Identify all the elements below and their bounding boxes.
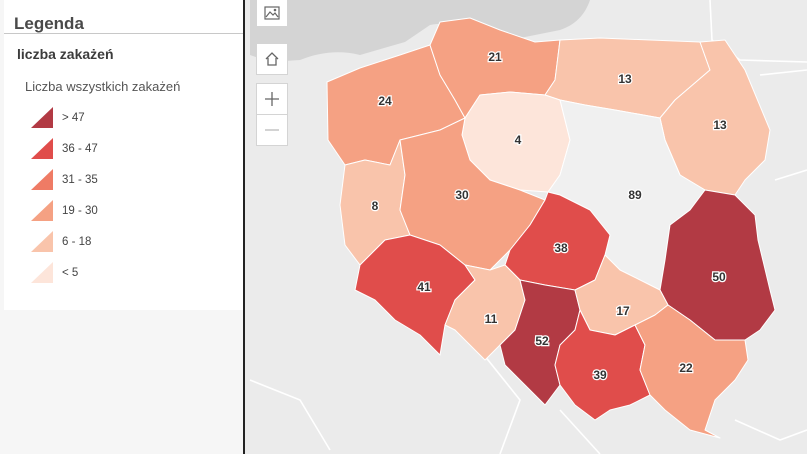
- region-value-label: 11: [485, 312, 498, 326]
- legend-class-row: 31 - 35: [31, 169, 98, 191]
- legend-class-label: < 5: [62, 267, 79, 279]
- region-value-label: 41: [417, 280, 431, 294]
- region-value-label: 24: [378, 94, 392, 108]
- legend-separator: [4, 33, 243, 34]
- legend-class-row: 36 - 47: [31, 138, 98, 160]
- zoom-out-icon: [264, 122, 280, 138]
- legend-class-label: 36 - 47: [62, 143, 98, 155]
- legend-swatch: [31, 138, 54, 160]
- region-value-label: 89: [628, 188, 642, 202]
- legend-class-label: 6 - 18: [62, 236, 92, 248]
- legend-class-row: 6 - 18: [31, 231, 91, 253]
- legend-class-label: > 47: [62, 112, 85, 124]
- legend-class-row: < 5: [31, 262, 78, 284]
- legend-class-row: 19 - 30: [31, 200, 98, 222]
- region-value-label: 13: [618, 72, 632, 86]
- legend-swatch: [31, 262, 54, 284]
- home-button[interactable]: [256, 43, 288, 75]
- zoom-in-icon: [264, 91, 280, 107]
- region-value-label: 8: [372, 199, 379, 213]
- region-value-label: 17: [616, 304, 630, 318]
- legend-swatch: [31, 169, 54, 191]
- legend-swatch: [31, 107, 54, 129]
- basemap-gallery-icon: [264, 6, 280, 20]
- region-value-label: 4: [515, 133, 522, 147]
- home-icon: [264, 51, 280, 67]
- region-value-label: 39: [593, 368, 607, 382]
- region-value-label: 30: [455, 188, 469, 202]
- map-view[interactable]: 24 21 13 13 4 8 30 89 38 50 41 11 52 17 …: [245, 0, 807, 454]
- legend-field-name: Liczba wszystkich zakażeń: [25, 79, 181, 94]
- basemap-gallery-button[interactable]: [256, 0, 288, 27]
- zoom-in-button[interactable]: [256, 83, 288, 115]
- legend-panel: Legenda liczba zakażeń Liczba wszystkich…: [0, 0, 245, 454]
- region-value-label: 22: [679, 361, 693, 375]
- legend-title: Legenda: [14, 14, 84, 33]
- region-value-label: 21: [488, 50, 502, 64]
- legend-swatch: [31, 231, 54, 253]
- region-value-label: 50: [712, 270, 726, 284]
- region-value-label: 38: [554, 241, 568, 255]
- legend-class-row: > 47: [31, 107, 85, 129]
- legend-layer-name: liczba zakażeń: [17, 46, 114, 62]
- legend-class-label: 31 - 35: [62, 174, 98, 186]
- legend-card: Legenda liczba zakażeń Liczba wszystkich…: [4, 0, 243, 310]
- region-value-label: 52: [535, 334, 549, 348]
- legend-swatch: [31, 200, 54, 222]
- zoom-out-button[interactable]: [256, 114, 288, 146]
- legend-class-label: 19 - 30: [62, 205, 98, 217]
- region-value-label: 13: [713, 118, 727, 132]
